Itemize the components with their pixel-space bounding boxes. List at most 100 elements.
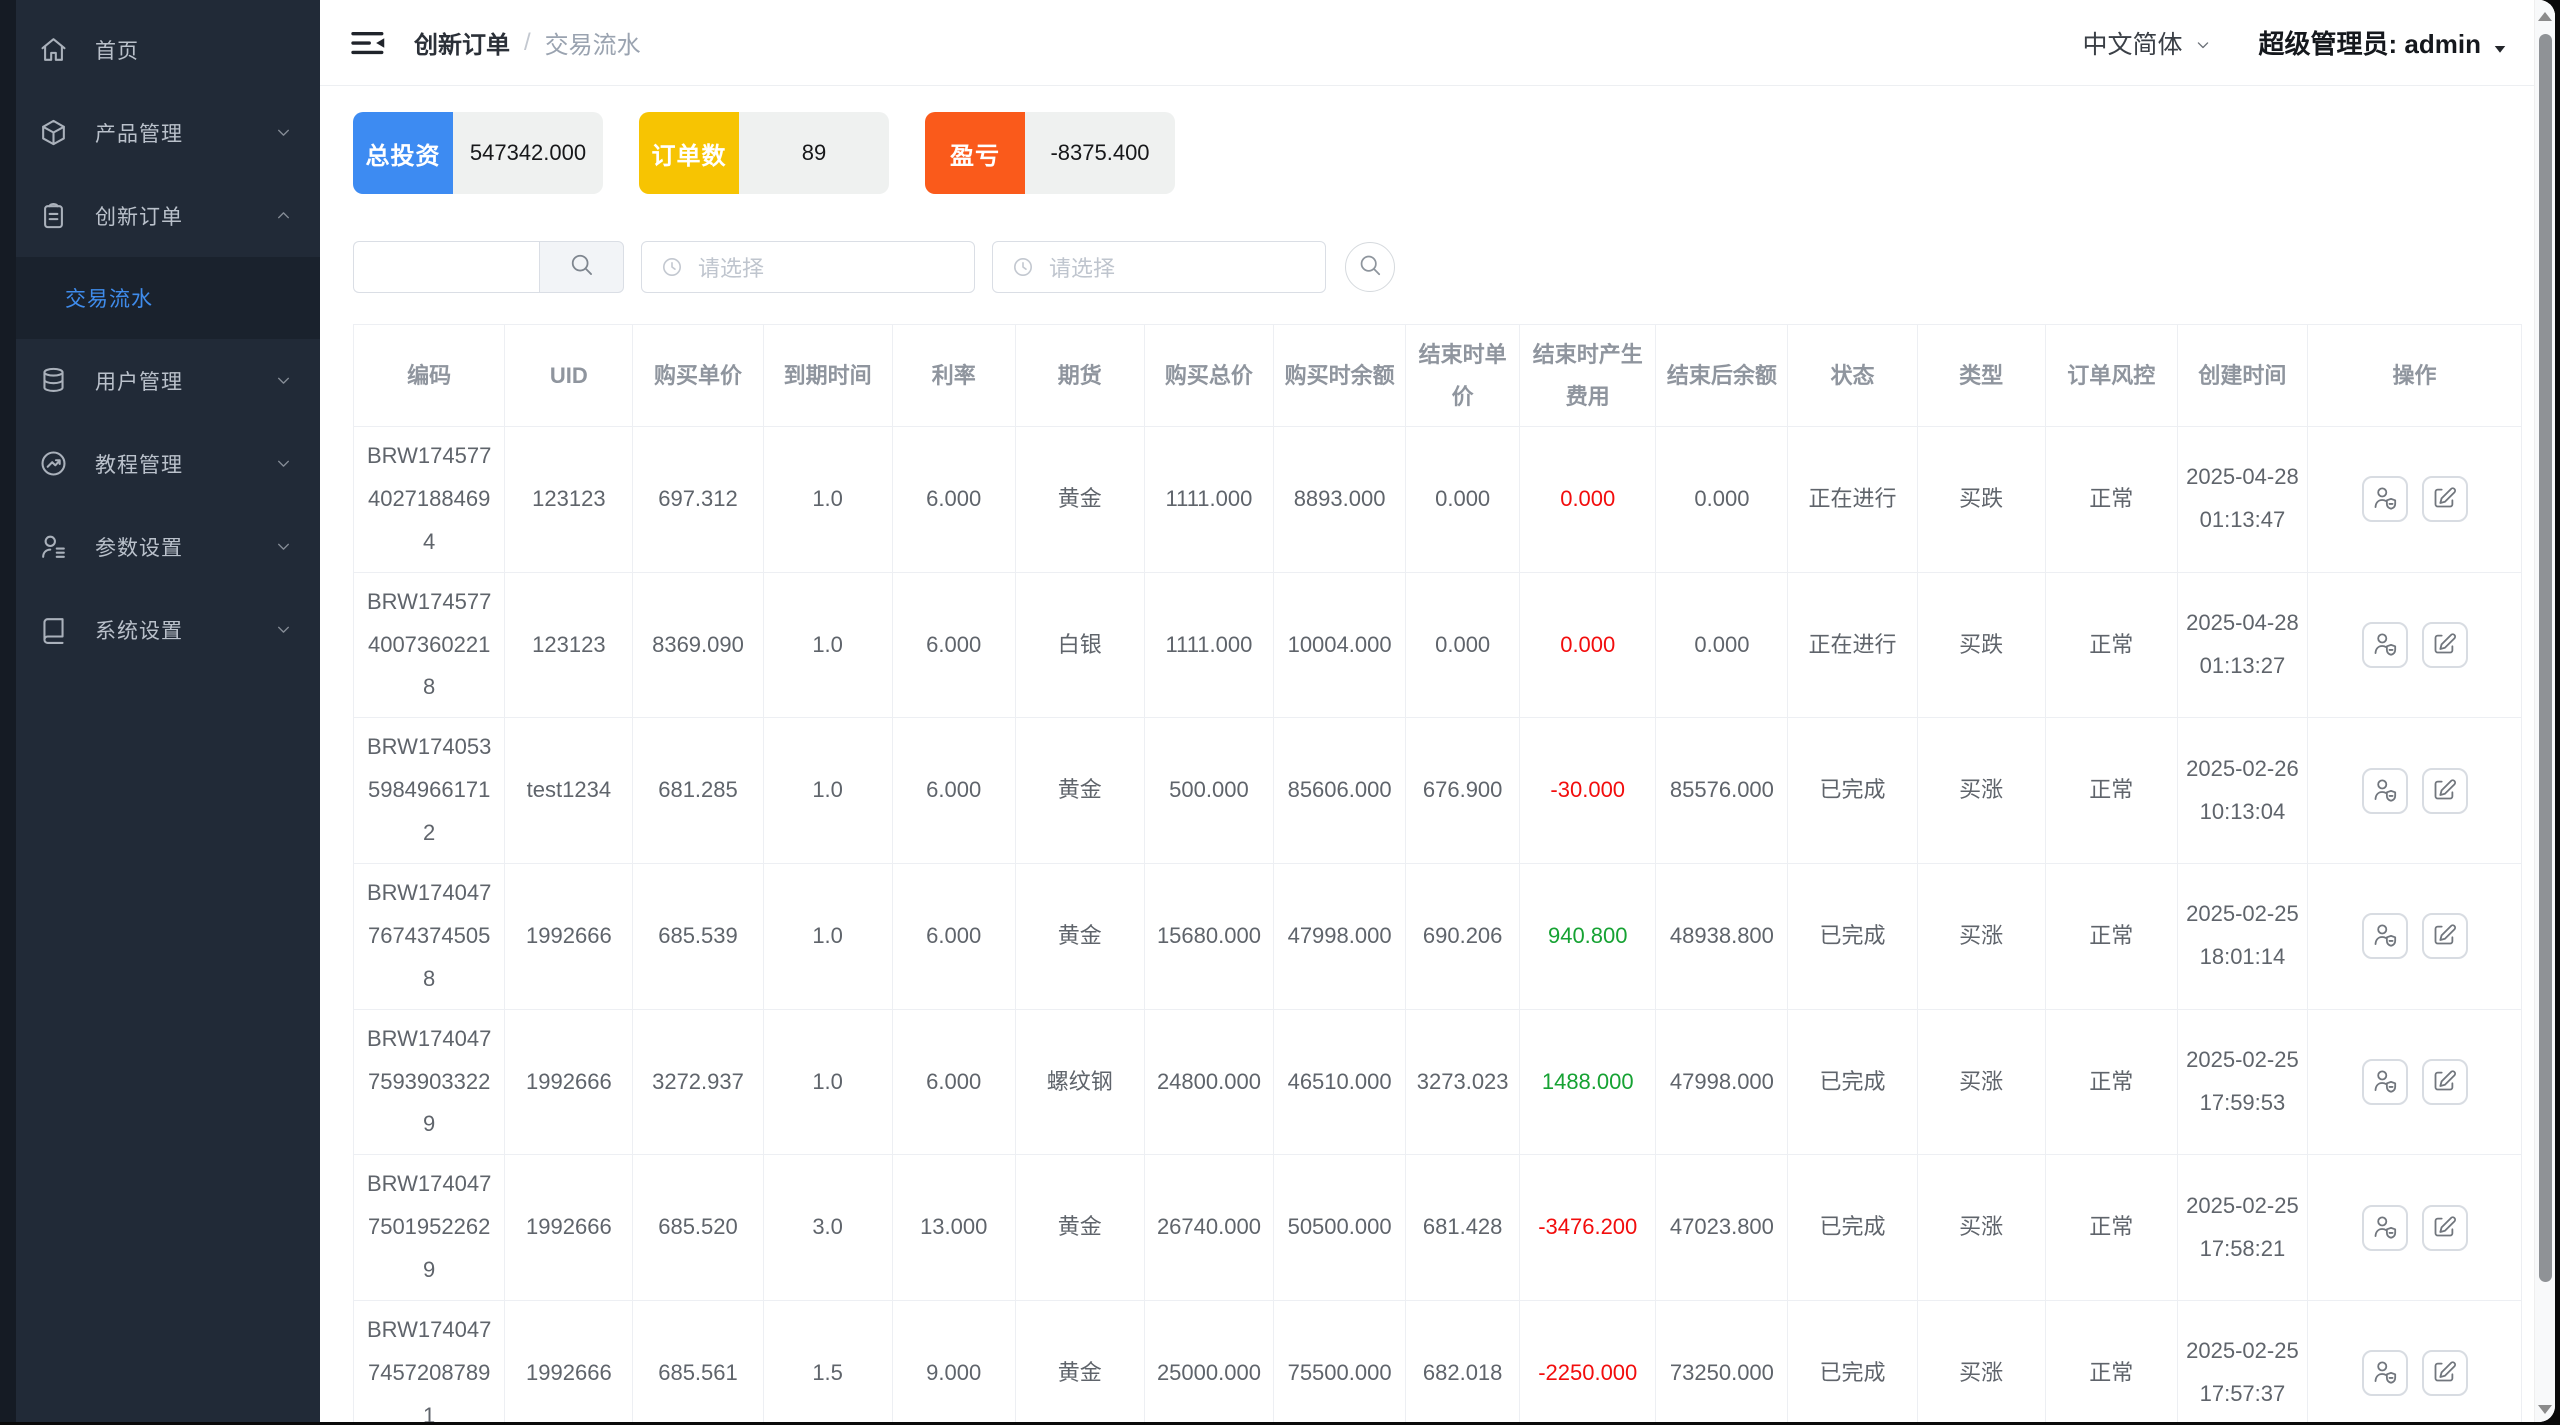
user-label: 超级管理员: admin [2259,24,2481,61]
edit-action-button[interactable] [2422,622,2468,668]
cell-futures: 螺纹钢 [1015,1009,1144,1155]
date-to-select[interactable]: 请选择 [992,241,1326,293]
cell-balance-after: 0.000 [1656,572,1788,718]
language-selector[interactable]: 中文简体 [2083,25,2213,61]
cell-end-fee: 940.800 [1520,864,1656,1010]
cell-end-fee: -3476.200 [1520,1155,1656,1301]
column-header: 编码 [354,325,505,427]
cell-rate: 9.000 [892,1301,1015,1422]
user-action-button[interactable] [2362,1059,2408,1105]
cell-expiry: 1.0 [763,864,892,1010]
user-shield-icon [2371,921,2398,951]
cell-code: BRW17457740271884694 [354,427,505,573]
table-row: BRW174047767437450581992666685.5391.06.0… [354,864,2522,1010]
breadcrumb-parent[interactable]: 创新订单 [414,25,510,60]
table-row: BRW1740477593903322919926663272.9371.06.… [354,1009,2522,1155]
cell-created-at: 2025-04-28 01:13:27 [2177,572,2307,718]
cell-futures: 黄金 [1015,864,1144,1010]
cell-balance-at-buy: 85606.000 [1274,718,1406,864]
cell-code: BRW17457740073602218 [354,572,505,718]
chevron-up-icon [273,205,294,226]
user-shield-icon [2371,1213,2398,1243]
table-row: BRW17405359849661712test1234681.2851.06.… [354,718,2522,864]
scrollbar-up-arrow[interactable] [2538,12,2552,21]
cell-end-fee: 0.000 [1520,427,1656,573]
edit-action-button[interactable] [2422,1059,2468,1105]
stat-card-profit-loss: 盈亏-8375.400 [925,112,1175,194]
stat-label: 订单数 [639,112,739,194]
cell-buy-price: 8369.090 [633,572,763,718]
sidebar-item-home[interactable]: 首页 [16,8,320,91]
cell-uid: 1992666 [505,864,633,1010]
user-action-button[interactable] [2362,768,2408,814]
cell-actions [2308,427,2522,573]
user-action-button[interactable] [2362,476,2408,522]
edit-action-button[interactable] [2422,768,2468,814]
stat-value: 89 [739,112,889,194]
table-row: BRW174047750195226291992666685.5203.013.… [354,1155,2522,1301]
edit-action-button[interactable] [2422,1205,2468,1251]
column-header: 状态 [1788,325,1917,427]
sidebar-item-tutorial-management[interactable]: 教程管理 [16,422,320,505]
cell-expiry: 1.0 [763,427,892,573]
search-button[interactable] [539,241,624,293]
column-header: 操作 [2308,325,2522,427]
cell-actions [2308,1009,2522,1155]
keyword-search-group [353,241,624,293]
cell-risk-control: 正常 [2045,1009,2177,1155]
table-row: BRW174047745720878911992666685.5611.59.0… [354,1301,2522,1422]
cell-status: 正在进行 [1788,572,1917,718]
database-icon [38,365,69,396]
sidebar-item-parameter-settings[interactable]: 参数设置 [16,505,320,588]
sidebar-collapse-icon[interactable] [350,28,386,58]
edit-action-button[interactable] [2422,913,2468,959]
orders-table-wrap: 编码UID购买单价到期时间利率期货购买总价购买时余额结束时单价结束时产生费用结束… [353,324,2522,1422]
cell-end-price: 682.018 [1406,1301,1520,1422]
sidebar-item-user-management[interactable]: 用户管理 [16,339,320,422]
cell-futures: 黄金 [1015,718,1144,864]
column-header: 购买总价 [1144,325,1273,427]
sidebar-item-system-settings[interactable]: 系统设置 [16,588,320,671]
cell-end-price: 690.206 [1406,864,1520,1010]
cell-end-price: 0.000 [1406,572,1520,718]
sidebar-subitem-transaction-flow[interactable]: 交易流水 [16,257,320,339]
user-action-button[interactable] [2362,913,2408,959]
cell-rate: 6.000 [892,718,1015,864]
cell-rate: 6.000 [892,1009,1015,1155]
cell-status: 已完成 [1788,1009,1917,1155]
user-menu[interactable]: 超级管理员: admin [2259,24,2509,61]
sidebar-item-label: 用户管理 [95,366,273,396]
trend-icon [38,448,69,479]
column-header: 期货 [1015,325,1144,427]
date-from-select[interactable]: 请选择 [641,241,975,293]
edit-action-button[interactable] [2422,1350,2468,1396]
topbar-right: 中文简体 超级管理员: admin [2083,24,2509,61]
orders-table: 编码UID购买单价到期时间利率期货购买总价购买时余额结束时单价结束时产生费用结束… [353,324,2522,1422]
cell-end-fee: -2250.000 [1520,1301,1656,1422]
column-header: 利率 [892,325,1015,427]
cell-buy-price: 697.312 [633,427,763,573]
user-action-button[interactable] [2362,1350,2408,1396]
stat-card-total-investment: 总投资547342.000 [353,112,603,194]
cell-type: 买跌 [1917,572,2045,718]
cell-uid: 1992666 [505,1301,633,1422]
vertical-scrollbar[interactable] [2534,0,2555,1422]
cell-expiry: 1.0 [763,572,892,718]
cell-status: 已完成 [1788,718,1917,864]
cell-end-price: 681.428 [1406,1155,1520,1301]
keyword-input[interactable] [353,241,539,293]
user-action-button[interactable] [2362,622,2408,668]
column-header: 类型 [1917,325,2045,427]
sidebar-item-product-management[interactable]: 产品管理 [16,91,320,174]
sidebar-item-innovation-orders[interactable]: 创新订单 [16,174,320,257]
scrollbar-thumb[interactable] [2539,34,2552,1282]
scrollbar-down-arrow[interactable] [2538,1405,2552,1414]
user-action-button[interactable] [2362,1205,2408,1251]
cell-created-at: 2025-02-25 18:01:14 [2177,864,2307,1010]
chevron-down-icon [273,453,294,474]
edit-action-button[interactable] [2422,476,2468,522]
column-header: 结束后余额 [1656,325,1788,427]
cell-code: BRW17404775019522629 [354,1155,505,1301]
cell-created-at: 2025-02-25 17:58:21 [2177,1155,2307,1301]
search-submit-button[interactable] [1345,242,1395,292]
